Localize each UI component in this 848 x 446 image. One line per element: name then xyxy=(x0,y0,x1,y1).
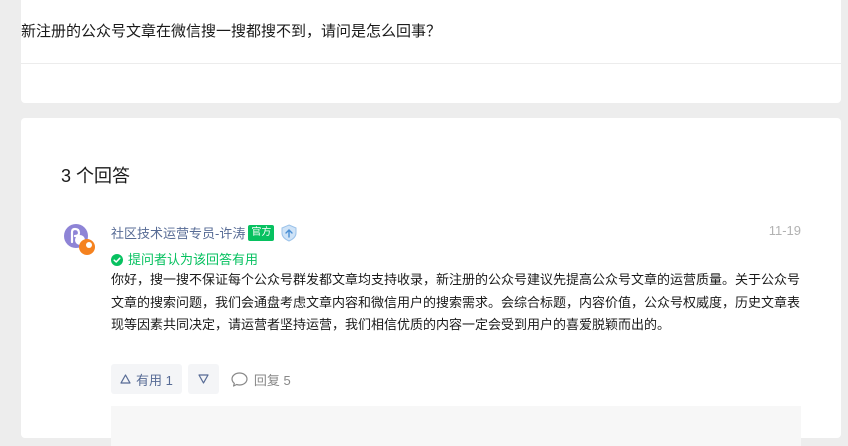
shield-icon xyxy=(280,223,298,242)
author-row: 社区技术运营专员-许涛 官方 xyxy=(111,223,298,242)
answers-count-heading: 3 个回答 xyxy=(61,166,131,186)
accepted-indicator: 提问者认为该回答有用 xyxy=(111,249,258,268)
answers-card: 3 个回答 社区技术运营专员-许涛 官方 11-19 提问者认为该回答有用 你好… xyxy=(21,118,841,446)
answer-date: 11-19 xyxy=(768,223,801,238)
check-circle-icon xyxy=(111,253,123,266)
official-badge: 官方 xyxy=(248,224,275,241)
comment-bubble-icon xyxy=(231,371,248,387)
reply-area xyxy=(111,406,801,446)
answer-body: 你好，搜一搜不保证每个公众号群发都文章均支持收录，新注册的公众号建议先提高公众号… xyxy=(111,272,801,332)
useful-button[interactable]: 有用 1 xyxy=(111,364,182,394)
author-name[interactable]: 社区技术运营专员-许涛 xyxy=(111,223,245,242)
avatar-logo-icon xyxy=(64,224,95,255)
downvote-triangle-icon xyxy=(198,374,209,384)
upvote-triangle-icon xyxy=(120,374,131,384)
divider xyxy=(21,63,841,64)
reply-button[interactable]: 回复 5 xyxy=(231,370,291,389)
accepted-text: 提问者认为该回答有用 xyxy=(128,252,259,267)
reply-label: 回复 5 xyxy=(253,372,291,388)
question-title: 新注册的公众号文章在微信搜一搜都搜不到，请问是怎么回事？ xyxy=(21,23,442,40)
useful-label: 有用 1 xyxy=(136,372,173,388)
answer-actions: 有用 1 回复 5 xyxy=(111,364,291,394)
downvote-button[interactable] xyxy=(187,364,219,394)
avatar[interactable] xyxy=(62,222,98,258)
question-card: 新注册的公众号文章在微信搜一搜都搜不到，请问是怎么回事？ xyxy=(21,0,841,103)
